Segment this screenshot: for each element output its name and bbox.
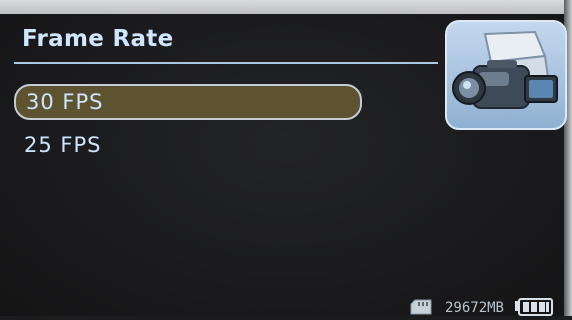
menu-item-30fps[interactable]: 30 FPS bbox=[14, 84, 362, 120]
menu-item-25fps[interactable]: 25 FPS bbox=[14, 129, 362, 165]
video-camera-icon bbox=[445, 20, 567, 130]
camera-screen: Frame Rate 30 FPS 25 FPS 29672MB bbox=[0, 0, 572, 316]
page-title: Frame Rate bbox=[22, 26, 174, 52]
storage-remaining: 29672MB bbox=[444, 300, 504, 316]
status-bar: 29672MB bbox=[409, 292, 554, 316]
device-bezel-top bbox=[0, 0, 572, 14]
battery-icon bbox=[514, 298, 554, 316]
title-divider bbox=[14, 62, 438, 64]
sd-card-icon bbox=[409, 298, 435, 316]
